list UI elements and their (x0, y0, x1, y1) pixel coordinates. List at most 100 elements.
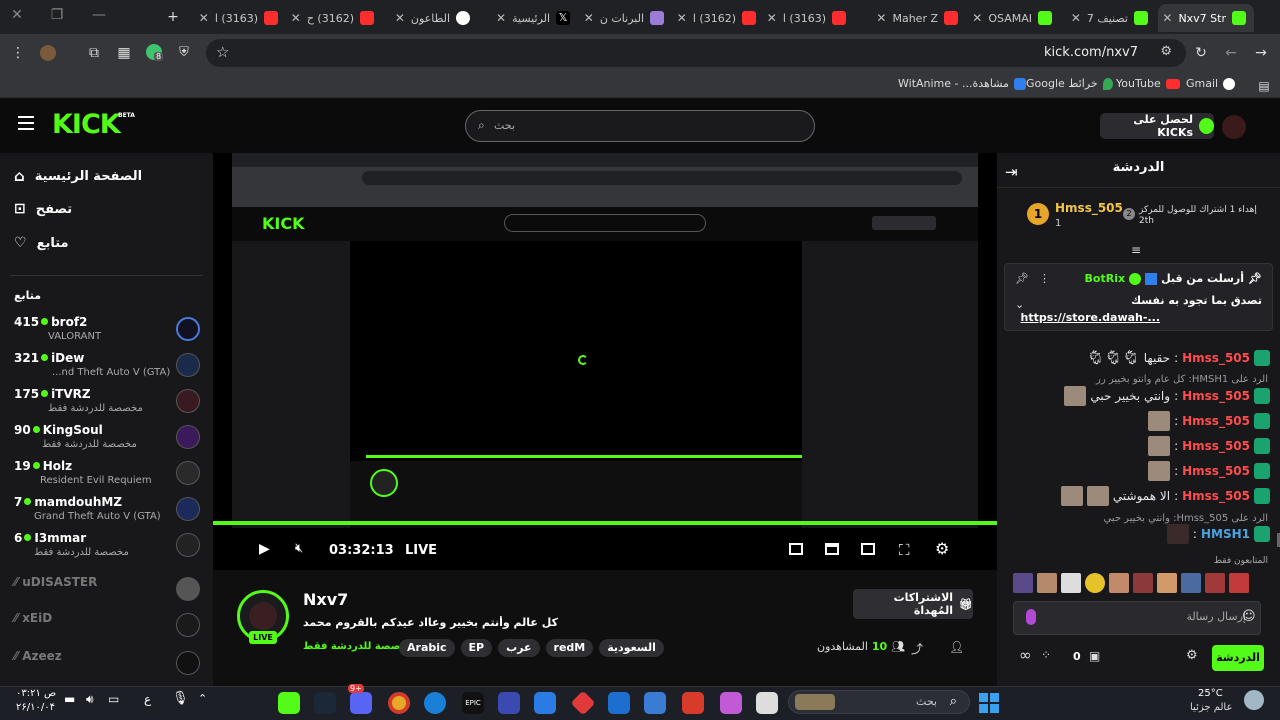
user-avatar[interactable] (1222, 115, 1246, 139)
close-tab-icon[interactable]: ✕ (496, 11, 506, 25)
tab[interactable]: OSAMAI ✕ (968, 4, 1060, 32)
chatter-avatar[interactable] (1109, 573, 1129, 593)
following-channel-offline[interactable]: ⁄⁄ Azeez (14, 647, 204, 683)
chatter-avatar[interactable] (1013, 573, 1033, 593)
close-tab-icon[interactable]: ✕ (876, 11, 886, 25)
tab[interactable]: تصنيف 7 ✕ (1062, 4, 1156, 32)
close-tab-icon[interactable]: ✕ (767, 11, 777, 25)
reload-icon[interactable]: ↻ (1192, 44, 1210, 62)
close-tab-icon[interactable]: ✕ (199, 11, 209, 25)
following-channel[interactable]: 6 I3mmar مخصصة للدردشة فقط (14, 529, 204, 565)
weather-icon[interactable] (1244, 690, 1264, 710)
more-options-icon[interactable]: ⋮ (1039, 272, 1050, 285)
chat-message[interactable]: Hmss_505: حقيها 🐐︎🐐︎🐐︎ (1009, 347, 1270, 369)
chatter-avatar[interactable] (1061, 573, 1081, 593)
chevron-down-icon[interactable]: ⌄ (1015, 298, 1024, 311)
close-tab-icon[interactable]: ✕ (1071, 11, 1081, 25)
tag[interactable]: Arabic (399, 639, 455, 657)
tab[interactable]: الطاعون ✕ (384, 4, 478, 32)
minimize-icon[interactable]: — (90, 6, 108, 24)
start-menu-icon[interactable] (978, 692, 1000, 714)
tab[interactable]: (3162) ا ✕ (674, 4, 764, 32)
emoji-icon[interactable]: ☺ (1242, 609, 1256, 624)
infinity-icon[interactable]: ∞ (1019, 646, 1032, 664)
following-channel[interactable]: 415 brof2 VALORANT (14, 313, 204, 349)
dropbox-icon[interactable] (534, 692, 556, 714)
clock-time[interactable]: ۰۳:۲۱ ص (16, 688, 56, 699)
address-bar[interactable]: kick.com/nxv7 ⚙ ☆ (206, 39, 1186, 67)
following-channel[interactable]: 90 KingSoul مخصصة للدردشة فقط (14, 421, 204, 457)
following-channel[interactable]: 175 iTVRZ مخصصة للدردشة فقط (14, 385, 204, 421)
close-tab-icon[interactable]: ✕ (291, 11, 301, 25)
battery-icon[interactable]: ▬ (64, 692, 75, 706)
edge-icon[interactable] (424, 692, 446, 714)
clock-date[interactable]: ۲۶/۱۰/۰۴ (16, 702, 55, 713)
chat-input[interactable]: إرسال رسالة (1013, 601, 1261, 635)
maximize-icon[interactable]: ❐ (48, 6, 66, 24)
bookmark-maps[interactable]: خرائط Google (1026, 77, 1113, 90)
nav-following[interactable]: متابع ♡ (14, 235, 69, 251)
pinned-link[interactable]: https://store.dawah-... (1021, 311, 1160, 324)
chat-settings-icon[interactable]: ⚙ (1186, 648, 1198, 663)
chatter-avatar[interactable] (1181, 573, 1201, 593)
progress-bar[interactable] (213, 521, 997, 525)
nav-browse[interactable]: تصفح ⊡ (14, 201, 72, 217)
epic-games-icon[interactable]: EPIC (462, 692, 484, 714)
hamburger-menu-icon[interactable] (18, 116, 34, 130)
tab-active[interactable]: Nxv7 Str ✕ (1158, 4, 1254, 32)
profile-avatar[interactable] (40, 45, 56, 61)
steam-icon[interactable] (314, 692, 336, 714)
fullscreen-icon[interactable]: ⛶ (899, 541, 910, 559)
mini-player-icon[interactable] (789, 543, 803, 555)
channel-name[interactable]: Nxv7 (303, 590, 348, 609)
discord-icon[interactable]: 9+ (348, 684, 372, 714)
tab[interactable]: (3163) ا ✕ (766, 4, 854, 32)
pin-toggle-icon[interactable]: 📌︎ (1015, 272, 1029, 285)
tab[interactable]: (3163) ا ✕ (190, 4, 286, 32)
chat-message[interactable]: Hmss_505: (1009, 435, 1270, 457)
app-icon[interactable] (498, 692, 520, 714)
send-chat-button[interactable]: الدردشة (1212, 645, 1264, 671)
file-explorer-icon[interactable] (756, 692, 778, 714)
close-tab-icon[interactable]: ✕ (677, 11, 687, 25)
microphone-icon[interactable]: 🎙︎ (172, 691, 189, 706)
live-indicator[interactable]: LIVE (405, 543, 437, 558)
microphone-icon[interactable] (1026, 609, 1036, 625)
bookmark-youtube[interactable]: YouTube (1116, 77, 1180, 90)
gift-subs-button[interactable]: 🎁︎ الاشتراكات المُهداة (853, 589, 973, 619)
settings-gear-icon[interactable]: ⚙ (935, 539, 949, 558)
tag[interactable]: السعودية (599, 639, 664, 657)
following-channel[interactable]: 19 Holz Resident Evil Requiem (14, 457, 204, 493)
chatter-avatar[interactable] (1157, 573, 1177, 593)
close-tab-icon[interactable]: ✕ (395, 11, 405, 25)
theater-mode-icon[interactable] (861, 543, 875, 555)
show-hidden-icons-chevron-up-icon[interactable]: ⌃ (198, 692, 207, 705)
forward-arrow-icon[interactable]: ← (1222, 44, 1240, 62)
chat-message[interactable]: Hmss_505: وانتي بخيير حبي (1009, 385, 1270, 407)
stream-category[interactable]: مخصصة للدردشة فقط (303, 641, 414, 652)
emotes-icon[interactable]: ⁘ (1041, 648, 1051, 662)
bookmark-star-icon[interactable]: ☆ (216, 43, 229, 61)
chatter-avatar[interactable] (1205, 573, 1225, 593)
back-arrow-icon[interactable]: → (1252, 44, 1270, 62)
all-bookmarks-icon[interactable]: ▤ (1256, 77, 1272, 95)
play-icon[interactable]: ▶ (259, 541, 270, 557)
extension-icon[interactable]: 8 (146, 44, 164, 61)
chatter-avatar[interactable] (1133, 573, 1153, 593)
taskbar-search[interactable]: ⌕ بحث (788, 690, 970, 714)
chat-message[interactable]: Hmss_505: (1009, 410, 1270, 432)
store-icon[interactable] (644, 692, 666, 714)
gift-icon[interactable]: ▣ (1089, 649, 1100, 663)
video-player[interactable]: KICK ▶ 🔇︎ 03:32:13 LIVE ⛶ ⚙ (213, 153, 997, 570)
leader-name[interactable]: Hmss_505 (1055, 201, 1123, 215)
shield-extension-icon[interactable]: ⛨ (176, 44, 192, 62)
kick-app-icon[interactable] (278, 692, 300, 714)
get-kicks-button[interactable]: لحصل على KICKs (1100, 113, 1214, 139)
chatter-avatar[interactable] (1229, 573, 1249, 593)
chatter-avatar[interactable] (1085, 573, 1105, 593)
tab[interactable]: (3162) ح ✕ (288, 4, 382, 32)
nav-home[interactable]: الصفحة الرئيسية ⌂ (14, 167, 142, 185)
extensions-puzzle-icon[interactable]: ⧉ (86, 44, 102, 62)
office-icon[interactable] (682, 692, 704, 714)
search-input[interactable]: ⌕ بحث (465, 110, 815, 142)
